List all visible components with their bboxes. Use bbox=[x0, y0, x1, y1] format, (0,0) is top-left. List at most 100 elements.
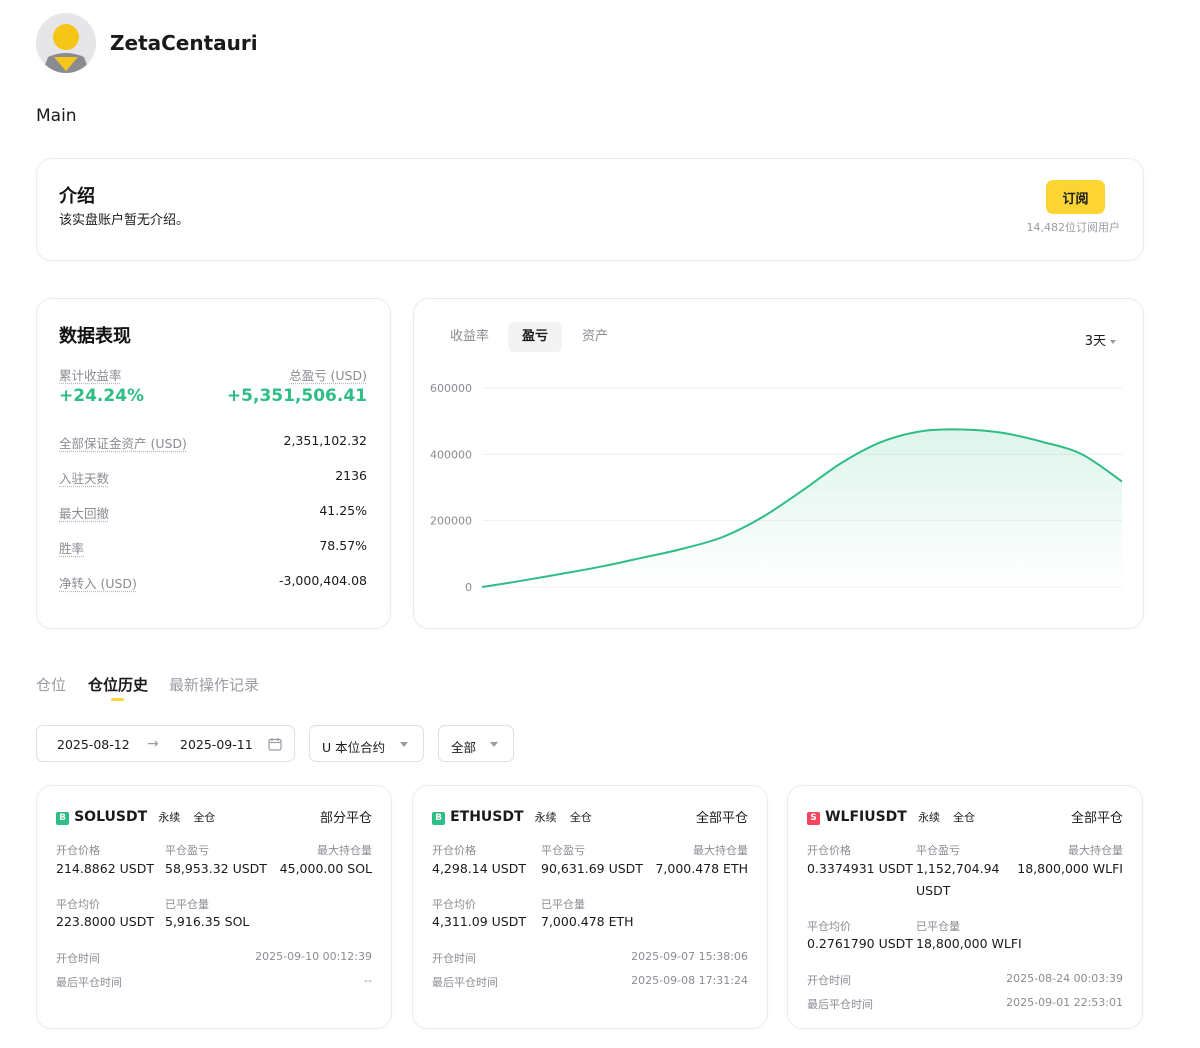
closed-qty-value: 7,000.478 ETH bbox=[541, 914, 634, 929]
max-drawdown-label[interactable]: 最大回撤 bbox=[59, 503, 109, 522]
max-position-value: 7,000.478 ETH bbox=[655, 861, 748, 876]
open-time-value: 2025-09-10 00:12:39 bbox=[255, 950, 372, 963]
open-time-value: 2025-09-07 15:38:06 bbox=[631, 950, 748, 963]
position-status: 全部平仓 bbox=[1070, 811, 1123, 826]
margin-tag: 全仓 bbox=[953, 811, 976, 824]
arrow-right-icon: → bbox=[147, 736, 159, 752]
margin-tag: 全仓 bbox=[569, 811, 592, 824]
side-badge: B bbox=[432, 812, 445, 825]
open-time-label: 开仓时间 bbox=[432, 952, 476, 965]
win-rate-value: 78.57% bbox=[319, 538, 367, 553]
pnl-value: 58,953.32 USDT bbox=[165, 861, 267, 876]
avg-close-value: 4,311.09 USDT bbox=[432, 914, 526, 929]
y-tick-label: 200000 bbox=[430, 515, 472, 528]
margin-tag: 全仓 bbox=[193, 811, 216, 824]
avg-close-label: 平仓均价 bbox=[807, 920, 851, 933]
closed-qty-value: 18,800,000 WLFI bbox=[916, 936, 1022, 951]
caret-down-icon bbox=[1110, 339, 1116, 344]
chart-tab-return[interactable]: 收益率 bbox=[436, 322, 503, 352]
side-badge: B bbox=[56, 812, 69, 825]
pnl-value: 1,152,704.94 bbox=[916, 861, 1000, 876]
tab-positions[interactable]: 仓位 bbox=[36, 674, 66, 695]
total-pnl-value: +5,351,506.41 bbox=[226, 386, 367, 406]
days-value: 2136 bbox=[335, 468, 367, 483]
chart-tab-pnl[interactable]: 盈亏 bbox=[508, 322, 563, 352]
scope-select[interactable]: 全部 bbox=[438, 725, 514, 762]
position-card[interactable]: B SOLUSDT 永续 全仓 部分平仓 开仓价格 214.8862 USDT … bbox=[36, 785, 392, 1029]
position-symbol: SOLUSDT bbox=[74, 809, 148, 825]
avg-close-value: 0.2761790 USDT bbox=[807, 936, 913, 951]
cumulative-return-value: +24.24% bbox=[59, 386, 145, 406]
position-status: 部分平仓 bbox=[319, 811, 372, 826]
calendar-icon bbox=[268, 738, 282, 751]
tab-position-history[interactable]: 仓位历史 bbox=[88, 674, 148, 695]
date-to: 2025-09-11 bbox=[180, 737, 253, 752]
position-header: S WLFIUSDT 永续 全仓 bbox=[807, 806, 975, 825]
position-symbol: ETHUSDT bbox=[450, 809, 524, 825]
open-price-value: 0.3374931 USDT bbox=[807, 861, 913, 876]
position-symbol: WLFIUSDT bbox=[825, 809, 907, 825]
margin-assets-label[interactable]: 全部保证金资产 (USD) bbox=[59, 433, 187, 452]
pnl-area bbox=[482, 429, 1122, 587]
active-tab-indicator bbox=[111, 698, 124, 701]
contract-tag: 永续 bbox=[158, 811, 181, 824]
net-transfer-value: -3,000,404.08 bbox=[278, 573, 367, 588]
username: ZetaCentauri bbox=[110, 31, 258, 55]
open-price-value: 214.8862 USDT bbox=[56, 861, 154, 876]
last-close-label: 最后平仓时间 bbox=[807, 998, 873, 1011]
last-close-value: -- bbox=[364, 974, 372, 987]
pnl-label: 平仓盈亏 bbox=[541, 844, 585, 857]
cumulative-return-label[interactable]: 累计收益率 bbox=[59, 365, 122, 384]
side-badge: S bbox=[807, 812, 820, 825]
caret-down-icon bbox=[400, 742, 408, 747]
avg-close-value: 223.8000 USDT bbox=[56, 914, 154, 929]
open-price-label: 开仓价格 bbox=[807, 844, 851, 857]
win-rate-label[interactable]: 胜率 bbox=[59, 538, 84, 557]
position-header: B ETHUSDT 永续 全仓 bbox=[432, 806, 592, 825]
closed-qty-value: 5,916.35 SOL bbox=[165, 914, 250, 929]
subscribe-button[interactable]: 订阅 bbox=[1046, 180, 1105, 214]
y-tick-label: 400000 bbox=[430, 448, 472, 461]
total-pnl-label[interactable]: 总盈亏 (USD) bbox=[289, 365, 367, 384]
avg-close-label: 平仓均价 bbox=[432, 898, 476, 911]
avatar bbox=[36, 13, 96, 73]
intro-title: 介绍 bbox=[59, 186, 95, 207]
open-price-label: 开仓价格 bbox=[56, 844, 100, 857]
performance-title: 数据表现 bbox=[59, 326, 131, 347]
subscriber-count: 14,482位订阅用户 bbox=[1026, 221, 1121, 234]
last-close-label: 最后平仓时间 bbox=[432, 976, 498, 989]
open-time-label: 开仓时间 bbox=[807, 974, 851, 987]
net-transfer-label[interactable]: 净转入 (USD) bbox=[59, 573, 137, 592]
closed-qty-label: 已平仓量 bbox=[916, 920, 960, 933]
tab-latest-operations[interactable]: 最新操作记录 bbox=[169, 674, 259, 695]
position-header: B SOLUSDT 永续 全仓 bbox=[56, 806, 215, 825]
contract-tag: 永续 bbox=[917, 811, 940, 824]
avg-close-label: 平仓均价 bbox=[56, 898, 100, 911]
y-tick-label: 0 bbox=[465, 581, 472, 594]
pnl-label: 平仓盈亏 bbox=[165, 844, 209, 857]
closed-qty-label: 已平仓量 bbox=[541, 898, 585, 911]
open-price-value: 4,298.14 USDT bbox=[432, 861, 526, 876]
intro-card bbox=[36, 158, 1144, 261]
open-time-label: 开仓时间 bbox=[56, 952, 100, 965]
open-time-value: 2025-08-24 00:03:39 bbox=[1006, 972, 1123, 985]
caret-down-icon bbox=[490, 742, 498, 747]
max-position-label: 最大持仓量 bbox=[317, 844, 372, 857]
date-from: 2025-08-12 bbox=[57, 737, 130, 752]
days-label[interactable]: 入驻天数 bbox=[59, 468, 109, 487]
position-card[interactable]: B ETHUSDT 永续 全仓 全部平仓 开仓价格 4,298.14 USDT … bbox=[412, 785, 768, 1029]
margin-assets-value: 2,351,102.32 bbox=[283, 433, 368, 448]
range-select[interactable]: 3天 bbox=[1085, 330, 1116, 349]
y-tick-label: 600000 bbox=[430, 382, 472, 395]
date-range-picker[interactable]: 2025-08-12 → 2025-09-11 bbox=[36, 725, 295, 762]
last-close-value: 2025-09-01 22:53:01 bbox=[1006, 996, 1123, 1009]
contract-type-select[interactable]: U 本位合约 bbox=[309, 725, 424, 762]
position-card[interactable]: S WLFIUSDT 永续 全仓 全部平仓 开仓价格 0.3374931 USD… bbox=[787, 785, 1143, 1029]
chart-tab-assets[interactable]: 资产 bbox=[568, 322, 622, 352]
contract-type-value: U 本位合约 bbox=[322, 740, 386, 755]
contract-tag: 永续 bbox=[534, 811, 557, 824]
max-position-label: 最大持仓量 bbox=[1068, 844, 1123, 857]
pnl-label: 平仓盈亏 bbox=[916, 844, 960, 857]
max-drawdown-value: 41.25% bbox=[319, 503, 367, 518]
pnl-chart: 0 200000 400000 600000 bbox=[430, 382, 1123, 594]
